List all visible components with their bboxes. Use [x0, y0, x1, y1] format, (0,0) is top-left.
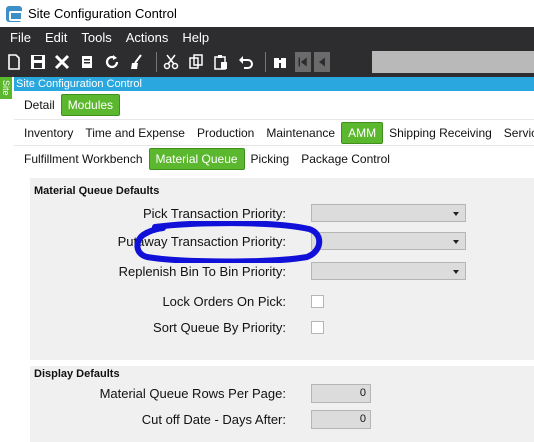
new-icon[interactable]: [4, 51, 24, 73]
cut-icon[interactable]: [161, 51, 181, 73]
window-titlebar: Site Configuration Control: [0, 0, 534, 27]
chevron-down-icon: [453, 240, 459, 244]
tab-time-and-expense[interactable]: Time and Expense: [79, 122, 191, 144]
material-queue-defaults-group: Material Queue Defaults Pick Transaction…: [30, 178, 534, 360]
tab-content: Material Queue Defaults Pick Transaction…: [14, 170, 534, 442]
menu-edit[interactable]: Edit: [37, 30, 73, 46]
tab-maintenance[interactable]: Maintenance: [260, 122, 341, 144]
tab-picking[interactable]: Picking: [245, 148, 296, 170]
delete-icon[interactable]: [52, 51, 72, 73]
panel-header: Site Configuration Control: [14, 77, 534, 91]
menu-file[interactable]: File: [0, 30, 37, 46]
lock-orders-checkbox[interactable]: [311, 295, 324, 308]
putaway-priority-select[interactable]: [311, 232, 466, 250]
menubar: File Edit Tools Actions Help: [0, 30, 215, 46]
tab-shipping-receiving[interactable]: Shipping Receiving: [383, 122, 498, 144]
menu-help[interactable]: Help: [174, 30, 215, 46]
display-defaults-group: Display Defaults Material Queue Rows Per…: [30, 366, 534, 442]
clear-icon[interactable]: [127, 51, 147, 73]
sidebar-tab-site[interactable]: Site: [0, 77, 12, 99]
putaway-priority-label: Putaway Transaction Priority:: [117, 234, 286, 249]
previous-record-icon[interactable]: [314, 52, 330, 72]
menu-actions[interactable]: Actions: [118, 30, 175, 46]
tab-modules[interactable]: Modules: [60, 94, 121, 116]
save-icon[interactable]: [29, 51, 47, 73]
chevron-down-icon: [453, 212, 459, 216]
pick-priority-select[interactable]: [311, 204, 466, 222]
copy-icon[interactable]: [186, 51, 206, 73]
tab-material-queue[interactable]: Material Queue: [148, 148, 245, 170]
tab-fulfillment-workbench[interactable]: Fulfillment Workbench: [18, 148, 149, 170]
tab-inventory[interactable]: Inventory: [18, 122, 79, 144]
sort-queue-checkbox[interactable]: [311, 321, 324, 334]
chevron-down-icon: [453, 270, 459, 274]
rows-per-page-label: Material Queue Rows Per Page:: [99, 386, 286, 401]
tab-package-control[interactable]: Package Control: [295, 148, 396, 170]
replenish-priority-select[interactable]: [311, 262, 466, 280]
tab-services[interactable]: Services: [498, 122, 534, 144]
refresh-icon[interactable]: [102, 51, 122, 73]
first-record-icon[interactable]: [295, 52, 311, 72]
main-panel: Site Configuration Control Detail Module…: [14, 77, 534, 442]
paste-icon[interactable]: [211, 51, 231, 73]
tabs-level3: Fulfillment Workbench Material Queue Pic…: [18, 147, 396, 171]
undo-icon[interactable]: [236, 51, 256, 73]
app-icon: [6, 5, 23, 22]
toolbar-search-box[interactable]: [372, 51, 534, 73]
toolbar-separator: [265, 52, 266, 72]
cutoff-days-input[interactable]: 0: [311, 410, 371, 429]
sort-queue-label: Sort Queue By Priority:: [153, 320, 286, 335]
toolbar-separator: [156, 52, 157, 72]
tab-detail[interactable]: Detail: [18, 94, 61, 116]
tab-amm[interactable]: AMM: [341, 122, 384, 144]
tabs-level2: Inventory Time and Expense Production Ma…: [18, 121, 534, 145]
pick-priority-label: Pick Transaction Priority:: [142, 206, 286, 221]
tabs-level1: Detail Modules: [18, 93, 121, 117]
attach-icon[interactable]: [77, 51, 97, 73]
replenish-priority-label: Replenish Bin To Bin Priority:: [118, 264, 286, 279]
binoculars-icon[interactable]: [270, 51, 290, 73]
tab-production[interactable]: Production: [191, 122, 260, 144]
sidebar: Site: [0, 77, 12, 442]
lock-orders-label: Lock Orders On Pick:: [162, 294, 286, 309]
window-title: Site Configuration Control: [28, 6, 177, 21]
group-title: Material Queue Defaults: [34, 185, 160, 197]
toolbar: [0, 49, 534, 75]
menu-toolbar-area: File Edit Tools Actions Help: [0, 27, 534, 77]
group-title: Display Defaults: [34, 368, 120, 380]
rows-per-page-input[interactable]: 0: [311, 384, 371, 403]
menu-tools[interactable]: Tools: [73, 30, 117, 46]
cutoff-days-label: Cut off Date - Days After:: [141, 412, 286, 427]
